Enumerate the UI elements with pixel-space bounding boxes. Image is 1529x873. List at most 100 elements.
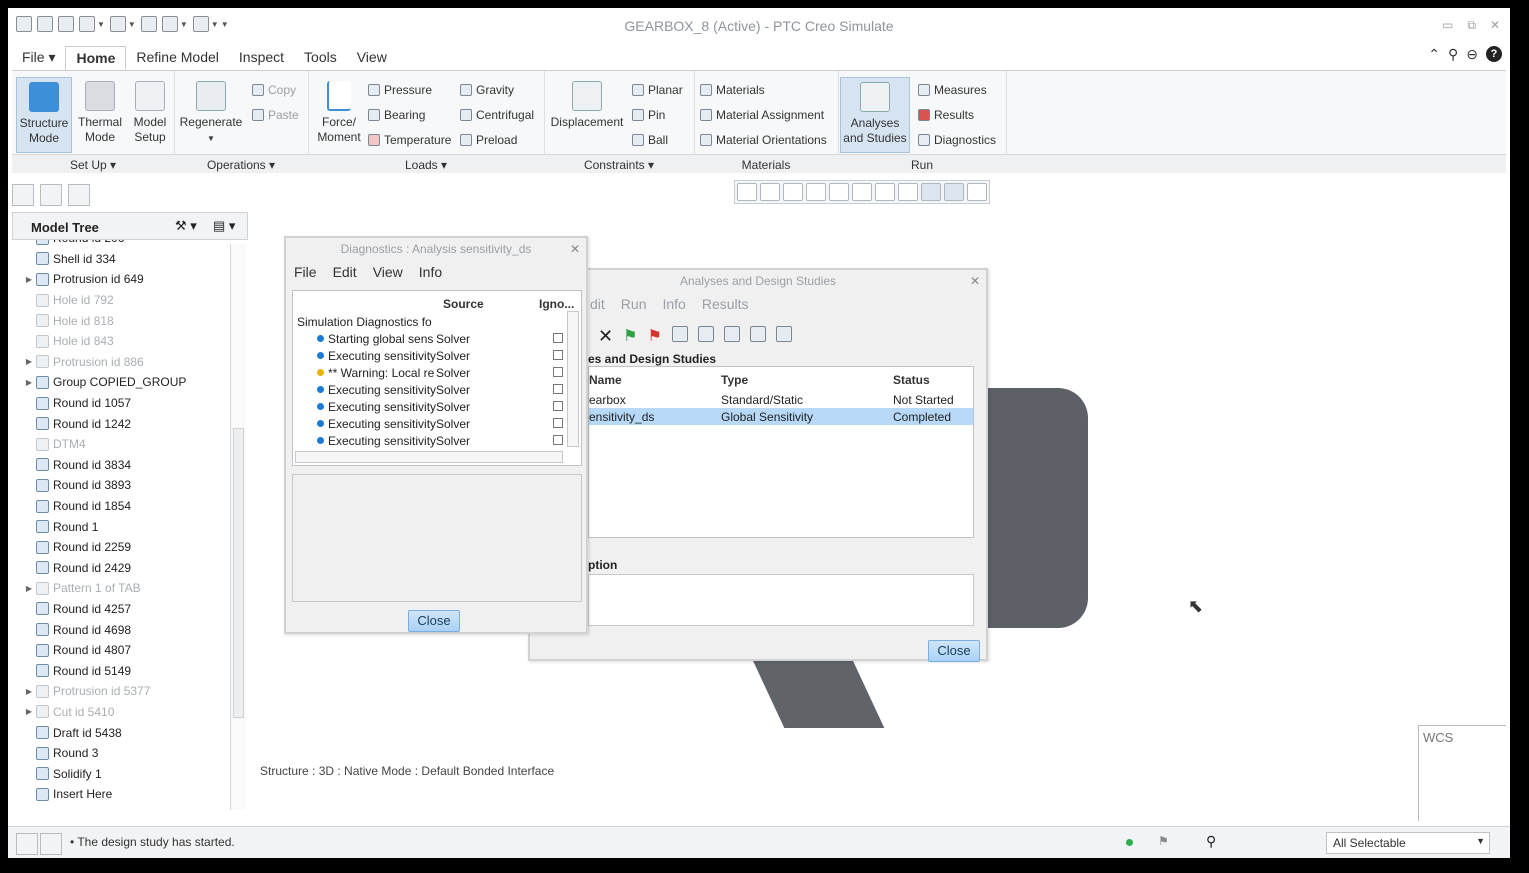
community-icon[interactable]: ⊖ (1466, 46, 1478, 63)
column-status[interactable]: Status (893, 373, 930, 387)
tree-settings-icon[interactable]: ⚒ ▾ (175, 218, 197, 234)
tree-scroll-thumb[interactable] (233, 428, 244, 718)
display-results-icon[interactable] (697, 326, 714, 342)
view-manager-icon[interactable] (875, 183, 895, 201)
diagnostics-row[interactable]: ** Warning: Local re Solver (297, 364, 496, 381)
tree-item[interactable]: Round id 3834 (22, 455, 230, 476)
temperature-button[interactable]: Temperature (368, 133, 451, 147)
tab-view[interactable]: View (347, 46, 397, 70)
regenerate-button[interactable]: Regenerate ▼ (178, 77, 244, 146)
material-assignment-button[interactable]: Material Assignment (700, 108, 824, 122)
tree-item[interactable]: Round id 1854 (22, 496, 230, 517)
regenerate-dropdown-icon[interactable]: ▼ (207, 134, 215, 143)
tree-item[interactable]: ▶ Protrusion id 886 (22, 352, 230, 373)
favorites-tab-icon[interactable] (68, 184, 90, 206)
tree-item[interactable]: Round id 2429 (22, 558, 230, 579)
spin-center-icon[interactable] (967, 183, 987, 201)
diagnostics-button[interactable]: Diagnostics (918, 133, 996, 147)
folder-browser-tab-icon[interactable] (40, 184, 62, 206)
diagnostics-vscrollbar[interactable] (567, 311, 579, 447)
tree-item[interactable]: Round id 206 (22, 240, 230, 249)
tree-item[interactable]: Hole id 818 (22, 310, 230, 331)
tree-item[interactable]: ▶ Pattern 1 of TAB (22, 578, 230, 599)
tree-item[interactable]: Draft id 5438 (22, 722, 230, 743)
diagnostics-row[interactable]: Starting global sens Solver (297, 330, 496, 347)
stop-run-icon[interactable]: ⚑ (647, 326, 661, 347)
tree-item[interactable]: ▶ Cut id 5410 (22, 702, 230, 723)
status-icon[interactable] (671, 326, 688, 342)
analyses-and-studies-button[interactable]: Analyses and Studies (840, 77, 910, 153)
thermal-mode-button[interactable]: Thermal Mode (74, 77, 126, 145)
tree-item[interactable]: Round id 5149 (22, 660, 230, 681)
ignore-checkbox[interactable] (553, 401, 563, 411)
tree-item[interactable]: Round 3 (22, 743, 230, 764)
delete-icon[interactable]: ✕ (598, 326, 613, 347)
simulation-display-icon[interactable] (921, 183, 941, 201)
sensitivity-icon[interactable] (775, 326, 792, 342)
show-navigator-icon[interactable] (16, 833, 38, 855)
studies-menu-info[interactable]: Info (662, 296, 685, 312)
tree-item[interactable]: Shell id 334 (22, 249, 230, 270)
tab-tools[interactable]: Tools (294, 46, 347, 70)
tree-item[interactable]: Round id 1057 (22, 393, 230, 414)
diagnostics-row[interactable]: Executing sensitivity Solver (297, 415, 496, 432)
model-tree-tab-icon[interactable] (12, 184, 34, 206)
display-style-icon[interactable] (829, 183, 849, 201)
results-button[interactable]: Results (918, 108, 974, 122)
constraints-group-label[interactable]: Constraints ▾ (544, 158, 694, 172)
tab-home[interactable]: Home (65, 46, 127, 70)
force-moment-button[interactable]: Force/ Moment (312, 77, 366, 145)
tree-show-icon[interactable]: ▤ ▾ (213, 218, 235, 234)
tab-inspect[interactable]: Inspect (229, 46, 294, 70)
copy-button[interactable]: Copy (252, 83, 296, 97)
close-icon[interactable]: ✕ (970, 270, 980, 292)
optimize-icon[interactable] (749, 326, 766, 342)
pin-button[interactable]: Pin (632, 108, 665, 122)
saved-orientations-icon[interactable] (852, 183, 872, 201)
copy-study-icon[interactable] (723, 326, 740, 342)
studies-close-button[interactable]: Close (928, 640, 980, 662)
loads-group-label[interactable]: Loads ▾ (308, 158, 544, 172)
operations-group-label[interactable]: Operations ▾ (174, 158, 308, 172)
expand-arrow-icon[interactable]: ▶ (22, 378, 36, 387)
datum-display-icon[interactable] (898, 183, 918, 201)
studies-menu-results[interactable]: Results (702, 296, 749, 312)
gearbox-model-lower[interactable] (751, 658, 885, 728)
tree-item[interactable]: Round 1 (22, 516, 230, 537)
expand-arrow-icon[interactable]: ▶ (22, 357, 36, 366)
diagnostics-hscrollbar[interactable] (295, 451, 563, 463)
tree-item[interactable]: Insert Here (22, 784, 230, 805)
tree-item[interactable]: ▶ Group COPIED_GROUP (22, 372, 230, 393)
refit-icon[interactable] (737, 183, 757, 201)
collapse-ribbon-icon[interactable]: ⌃ (1428, 46, 1440, 63)
start-run-icon[interactable]: ⚑ (623, 326, 637, 347)
diag-menu-edit[interactable]: Edit (333, 264, 357, 280)
tree-item[interactable]: Hole id 843 (22, 331, 230, 352)
flag-icon[interactable]: ⚑ (1158, 834, 1169, 848)
close-icon[interactable]: ✕ (1490, 18, 1500, 33)
help-icon[interactable]: ? (1486, 46, 1502, 62)
structure-mode-button[interactable]: Structure Mode (16, 77, 72, 153)
tab-refine-model[interactable]: Refine Model (126, 46, 229, 70)
column-type[interactable]: Type (721, 373, 748, 387)
find-icon[interactable]: ⚲ (1206, 833, 1216, 850)
expand-arrow-icon[interactable]: ▶ (22, 275, 36, 284)
tree-item[interactable]: Round id 4257 (22, 599, 230, 620)
selection-filter-select[interactable]: All Selectable ▼ (1326, 832, 1490, 854)
description-field[interactable] (588, 574, 974, 626)
annotation-display-icon[interactable] (944, 183, 964, 201)
study-row[interactable]: ensitivity_ds Global Sensitivity Completed (589, 408, 973, 425)
studies-menu-run[interactable]: Run (621, 296, 647, 312)
ignore-checkbox[interactable] (553, 384, 563, 394)
restore-icon[interactable]: ⧉ (1467, 18, 1476, 33)
tree-item[interactable]: Round id 4807 (22, 640, 230, 661)
expand-arrow-icon[interactable]: ▶ (22, 707, 36, 716)
model-setup-button[interactable]: Model Setup (128, 77, 172, 145)
gravity-button[interactable]: Gravity (460, 83, 514, 97)
study-row[interactable]: earbox Standard/Static Not Started (589, 391, 973, 408)
tab-file[interactable]: File ▾ (12, 46, 65, 70)
repaint-icon[interactable] (806, 183, 826, 201)
minimize-icon[interactable]: ▭ (1442, 18, 1453, 33)
diag-menu-info[interactable]: Info (419, 264, 442, 280)
tree-item[interactable]: ▶ Protrusion id 5377 (22, 681, 230, 702)
